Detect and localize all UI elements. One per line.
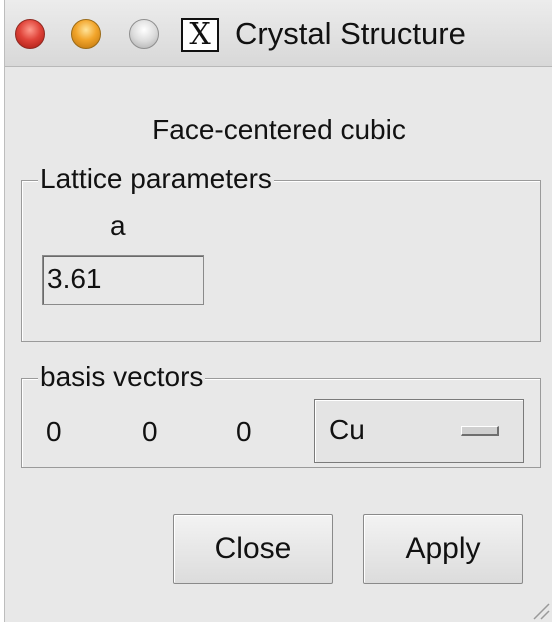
lattice-parameters-group: Lattice parameters a 3.61 bbox=[21, 163, 541, 342]
param-a-input[interactable]: 3.61 bbox=[42, 255, 204, 305]
element-menu-button[interactable]: Cu bbox=[314, 399, 524, 463]
x11-app-icon: X bbox=[181, 18, 219, 52]
minimize-window-icon[interactable] bbox=[71, 19, 101, 49]
resize-grip-icon[interactable] bbox=[528, 598, 550, 620]
basis-vector-z[interactable]: 0 bbox=[236, 415, 252, 449]
basis-vectors-label: basis vectors bbox=[38, 361, 206, 393]
zoom-window-icon[interactable] bbox=[129, 19, 159, 49]
crystal-structure-window: X Crystal Structure Face-centered cubic … bbox=[4, 0, 552, 622]
param-a-label: a bbox=[110, 210, 126, 241]
close-window-icon[interactable] bbox=[15, 19, 45, 49]
lattice-parameters-label: Lattice parameters bbox=[38, 163, 274, 195]
element-menu-value: Cu bbox=[329, 414, 365, 445]
structure-type-label: Face-centered cubic bbox=[152, 114, 406, 145]
close-button[interactable]: Close bbox=[173, 514, 333, 584]
basis-vector-y[interactable]: 0 bbox=[142, 415, 158, 449]
option-menu-indicator-icon bbox=[461, 426, 499, 436]
apply-button[interactable]: Apply bbox=[363, 514, 523, 584]
basis-vector-x[interactable]: 0 bbox=[46, 415, 62, 449]
basis-vectors-group: basis vectors 0 0 0 Cu bbox=[21, 361, 541, 468]
title-bar[interactable]: X Crystal Structure bbox=[5, 0, 552, 67]
window-title: Crystal Structure bbox=[235, 16, 466, 51]
